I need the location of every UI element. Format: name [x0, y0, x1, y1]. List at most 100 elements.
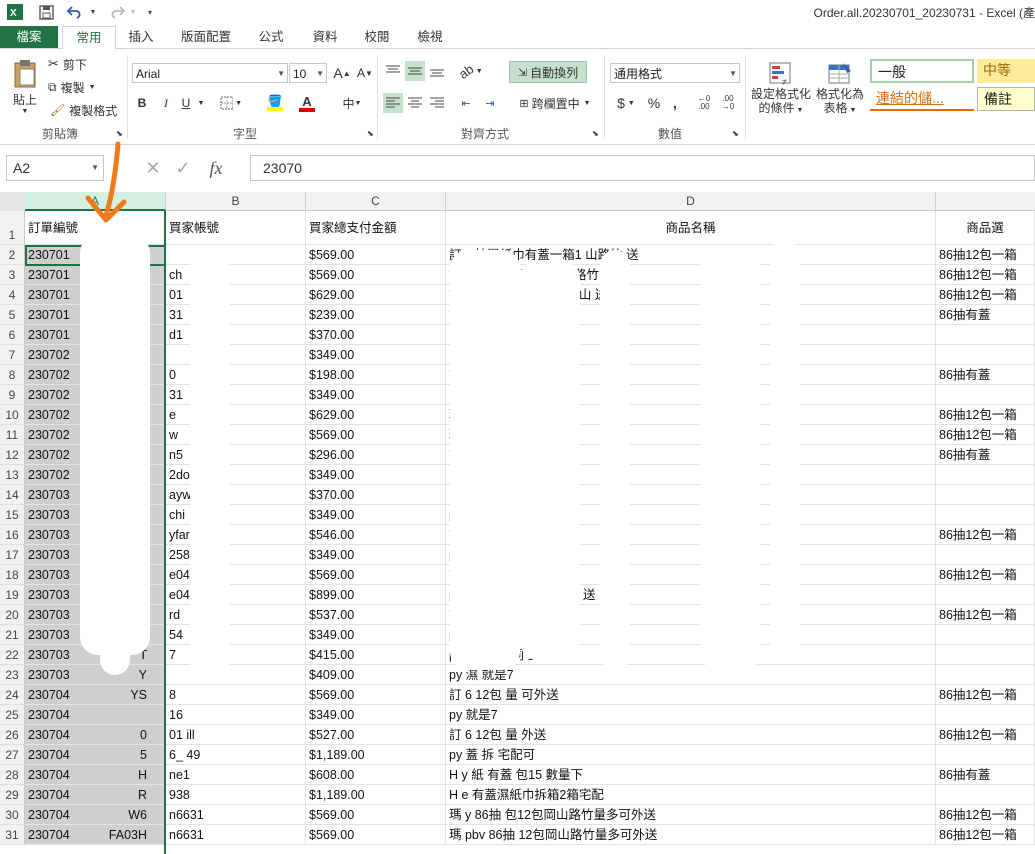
- table-cell[interactable]: 230703 Y: [25, 665, 166, 685]
- table-cell[interactable]: 230704 0: [25, 725, 166, 745]
- table-cell[interactable]: $409.00: [306, 665, 446, 685]
- table-cell[interactable]: [936, 625, 1035, 645]
- format-as-table-button[interactable]: 格式化為 表格 ▼: [814, 55, 866, 123]
- table-cell[interactable]: 86抽有蓋: [936, 305, 1035, 325]
- shrink-font-button[interactable]: A ▼: [356, 63, 374, 83]
- column-header-b[interactable]: B: [166, 192, 306, 211]
- row-header[interactable]: 1: [0, 211, 25, 245]
- table-cell[interactable]: [936, 705, 1035, 725]
- row-header[interactable]: 17: [0, 545, 25, 565]
- underline-button[interactable]: U: [178, 93, 194, 113]
- table-cell[interactable]: yfar 1014: [166, 525, 306, 545]
- align-middle-icon[interactable]: [405, 61, 425, 81]
- table-cell[interactable]: 86抽有蓋: [936, 365, 1035, 385]
- table-cell[interactable]: [936, 485, 1035, 505]
- row-header[interactable]: 27: [0, 745, 25, 765]
- table-cell[interactable]: rd: [166, 605, 306, 625]
- table-cell[interactable]: $349.00: [306, 465, 446, 485]
- tab-review[interactable]: 校閱: [356, 26, 398, 48]
- table-cell[interactable]: $1,189.00: [306, 745, 446, 765]
- table-cell[interactable]: $239.00: [306, 305, 446, 325]
- wrap-text-button[interactable]: ⇲ 自動換列: [509, 61, 587, 83]
- font-size-combo[interactable]: 10 ▼: [289, 63, 327, 83]
- table-cell[interactable]: 86抽12包一箱: [936, 685, 1035, 705]
- table-cell[interactable]: [936, 345, 1035, 365]
- tab-formulas[interactable]: 公式: [250, 26, 292, 48]
- table-cell[interactable]: 230704: [25, 705, 166, 725]
- table-cell[interactable]: py 蓋 拆 宅配可: [446, 745, 936, 765]
- redo-icon[interactable]: [106, 3, 128, 21]
- table-cell[interactable]: $569.00: [306, 425, 446, 445]
- tab-insert[interactable]: 插入: [120, 26, 162, 48]
- bold-button[interactable]: B: [134, 93, 150, 113]
- table-cell[interactable]: 230704 YS: [25, 685, 166, 705]
- table-cell[interactable]: 86抽12包一箱: [936, 605, 1035, 625]
- table-cell[interactable]: 230704 W6: [25, 805, 166, 825]
- table-cell[interactable]: $349.00: [306, 545, 446, 565]
- decrease-indent-icon[interactable]: ⇤: [456, 93, 476, 113]
- row-header[interactable]: 13: [0, 465, 25, 485]
- table-cell[interactable]: $349.00: [306, 505, 446, 525]
- table-cell[interactable]: $415.00: [306, 645, 446, 665]
- font-name-combo[interactable]: Arial ▼: [132, 63, 288, 83]
- table-cell[interactable]: $629.00: [306, 405, 446, 425]
- alignment-launcher-icon[interactable]: ⬊: [592, 129, 599, 138]
- font-launcher-icon[interactable]: ⬊: [367, 129, 374, 138]
- style-note[interactable]: 備註: [977, 87, 1035, 111]
- table-cell[interactable]: [936, 505, 1035, 525]
- table-cell[interactable]: $1,189.00: [306, 785, 446, 805]
- table-cell[interactable]: 瑪 pbv 86抽 12包岡山路竹量多可外送: [446, 825, 936, 845]
- table-cell[interactable]: 86抽12包一箱: [936, 565, 1035, 585]
- style-normal[interactable]: 一般: [870, 59, 974, 83]
- fill-color-icon[interactable]: 🪣: [262, 93, 288, 113]
- italic-button[interactable]: I: [158, 93, 174, 113]
- merge-center-button[interactable]: ⊞ 跨欄置中 ▼: [510, 93, 600, 113]
- tab-page-layout[interactable]: 版面配置: [172, 26, 240, 48]
- table-cell[interactable]: 230704 FA03H: [25, 825, 166, 845]
- align-bottom-icon[interactable]: [427, 61, 447, 81]
- table-cell[interactable]: [166, 245, 306, 265]
- row-header[interactable]: 28: [0, 765, 25, 785]
- table-cell[interactable]: [166, 665, 306, 685]
- table-cell[interactable]: [166, 345, 306, 365]
- grow-font-button[interactable]: A ▲: [333, 63, 351, 83]
- table-cell[interactable]: [936, 645, 1035, 665]
- table-cell[interactable]: n5: [166, 445, 306, 465]
- table-cell[interactable]: e04: [166, 565, 306, 585]
- table-cell[interactable]: [936, 745, 1035, 765]
- tab-view[interactable]: 檢視: [409, 26, 451, 48]
- table-cell[interactable]: ayw: [166, 485, 306, 505]
- table-cell[interactable]: 31: [166, 305, 306, 325]
- table-cell[interactable]: H y 紙 有蓋 包15 數量下: [446, 765, 936, 785]
- table-cell[interactable]: 01: [166, 285, 306, 305]
- percent-button[interactable]: %: [644, 93, 664, 113]
- align-left-icon[interactable]: [383, 93, 403, 113]
- table-cell[interactable]: 86抽12包一箱: [936, 405, 1035, 425]
- align-right-icon[interactable]: [427, 93, 447, 113]
- table-cell[interactable]: [936, 385, 1035, 405]
- table-cell[interactable]: 訂 y 抽濕紙巾有蓋一箱1 山路竹 送: [446, 245, 936, 265]
- cancel-icon[interactable]: ✕: [138, 158, 168, 179]
- table-cell[interactable]: e: [166, 405, 306, 425]
- undo-icon[interactable]: [64, 3, 86, 21]
- row-header[interactable]: 14: [0, 485, 25, 505]
- style-hyperlink[interactable]: 連結的儲...: [870, 87, 974, 111]
- table-cell[interactable]: [936, 785, 1035, 805]
- table-cell[interactable]: 0: [166, 365, 306, 385]
- header-cell-e[interactable]: 商品選: [936, 211, 1035, 245]
- underline-dropdown-icon[interactable]: ▼: [196, 93, 206, 113]
- table-cell[interactable]: $349.00: [306, 705, 446, 725]
- table-cell[interactable]: $537.00: [306, 605, 446, 625]
- spreadsheet-grid[interactable]: A B C D 1訂單編號買家帳號買家總支付金額商品名稱商品選2230701C$…: [0, 192, 1035, 854]
- row-header[interactable]: 15: [0, 505, 25, 525]
- table-cell[interactable]: 訂 6 12包 量 可外送: [446, 685, 936, 705]
- select-all-corner[interactable]: [0, 192, 26, 212]
- style-neutral[interactable]: 中等: [977, 59, 1035, 83]
- format-painter-button[interactable]: 🖌 複製格式: [50, 101, 117, 119]
- row-header[interactable]: 20: [0, 605, 25, 625]
- table-cell[interactable]: $546.00: [306, 525, 446, 545]
- row-header[interactable]: 12: [0, 445, 25, 465]
- table-cell[interactable]: 31: [166, 385, 306, 405]
- customize-icon[interactable]: ▾: [144, 3, 156, 21]
- formula-input[interactable]: 23070: [250, 155, 1035, 181]
